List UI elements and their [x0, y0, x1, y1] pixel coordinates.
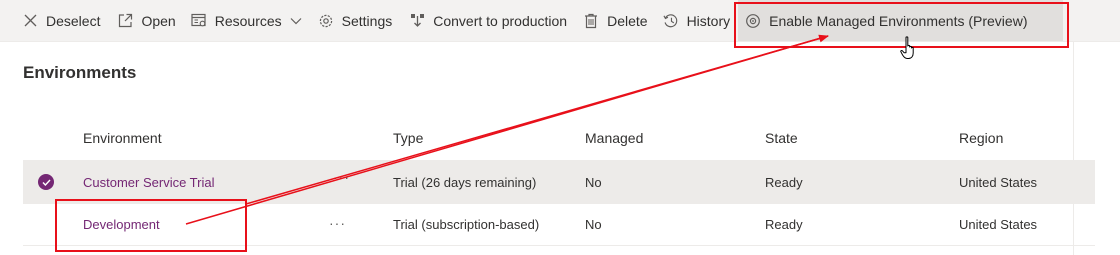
row-divider — [23, 245, 1095, 246]
delete-label: Delete — [607, 12, 648, 29]
convert-label: Convert to production — [433, 12, 568, 29]
trash-icon — [583, 13, 599, 29]
more-options-button[interactable]: ··· — [333, 169, 350, 185]
managed-cell: No — [585, 217, 602, 232]
table-row[interactable]: Customer Service Trial ··· Trial (26 day… — [23, 161, 1095, 203]
column-header-environment[interactable]: Environment — [83, 130, 162, 146]
open-icon — [117, 13, 133, 29]
convert-icon — [409, 13, 425, 29]
managed-cell: No — [585, 175, 602, 190]
type-cell: Trial (subscription-based) — [393, 217, 540, 232]
close-icon — [22, 13, 38, 29]
command-bar: Deselect Open Resources Settings Convert… — [0, 0, 1120, 42]
state-cell: Ready — [765, 175, 803, 190]
state-cell: Ready — [765, 217, 803, 232]
settings-button[interactable]: Settings — [318, 0, 393, 41]
row-selected-check[interactable] — [38, 174, 54, 190]
settings-label: Settings — [341, 12, 393, 29]
environment-name-link[interactable]: Customer Service Trial — [83, 175, 214, 190]
enable-managed-label: Enable Managed Environments (Preview) — [769, 12, 1028, 29]
open-button[interactable]: Open — [117, 0, 176, 41]
deselect-label: Deselect — [46, 12, 101, 29]
resources-button[interactable]: Resources — [191, 0, 302, 41]
convert-to-production-button[interactable]: Convert to production — [409, 0, 567, 41]
resources-icon — [191, 13, 207, 29]
open-label: Open — [141, 12, 176, 29]
enable-managed-environments-button[interactable]: Enable Managed Environments (Preview) — [738, 0, 1064, 41]
pointer-cursor-icon — [900, 36, 918, 65]
chevron-down-icon — [290, 15, 302, 27]
history-button[interactable]: History — [663, 0, 731, 41]
column-header-region[interactable]: Region — [959, 130, 1003, 146]
column-header-state[interactable]: State — [765, 130, 798, 146]
table-row[interactable]: Development ··· Trial (subscription-base… — [23, 203, 1095, 245]
deselect-button[interactable]: Deselect — [22, 0, 100, 41]
type-cell: Trial (26 days remaining) — [393, 175, 537, 190]
gear-icon — [318, 13, 334, 29]
region-cell: United States — [959, 217, 1038, 232]
history-label: History — [686, 12, 731, 29]
history-icon — [663, 13, 679, 29]
region-cell: United States — [959, 175, 1038, 190]
column-header-type[interactable]: Type — [393, 130, 423, 146]
page-title: Environments — [23, 63, 137, 82]
managed-env-icon — [745, 13, 761, 29]
column-header-managed[interactable]: Managed — [585, 130, 643, 146]
more-options-button[interactable]: ··· — [329, 215, 346, 231]
delete-button[interactable]: Delete — [583, 0, 648, 41]
checkmark-icon — [41, 179, 51, 186]
resources-label: Resources — [214, 12, 282, 29]
environment-name-link[interactable]: Development — [83, 217, 160, 232]
